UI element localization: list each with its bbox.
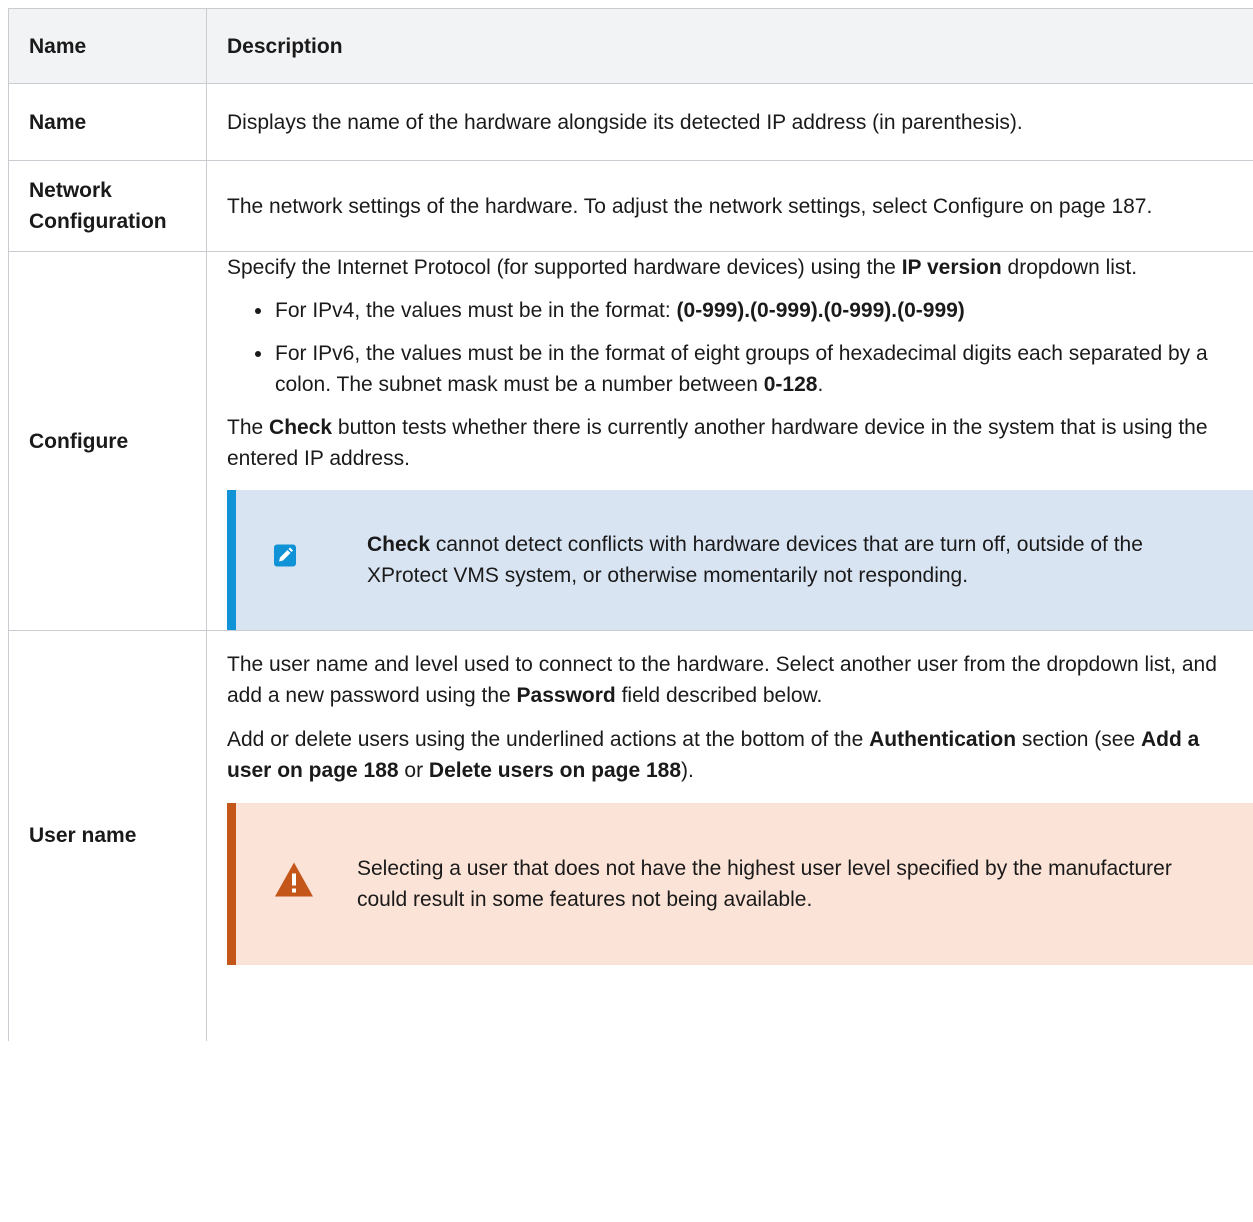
text-run: . (817, 373, 824, 396)
header-name: Name (8, 8, 207, 84)
list-item: For IPv4, the values must be in the form… (255, 295, 1246, 326)
username-paragraph-1: The user name and level used to connect … (227, 649, 1246, 711)
row-desc-name: Displays the name of the hardware alongs… (206, 83, 1253, 161)
table-row: User name The user name and level used t… (8, 630, 1253, 1041)
table-header-row: Name Description (8, 8, 1253, 84)
ui-term: IP version (901, 256, 1002, 279)
header-description: Description (206, 8, 1253, 84)
format-value: (0-999).(0-999).(0-999).(0-999) (676, 299, 965, 322)
row-desc-configure: Specify the Internet Protocol (for suppo… (206, 251, 1253, 631)
row-label-name: Name (8, 83, 207, 161)
table-row: Name Displays the name of the hardware a… (8, 83, 1253, 161)
text-run: Specify the Internet Protocol (for suppo… (227, 256, 902, 279)
table-row: Configure Specify the Internet Protocol … (8, 251, 1253, 631)
text-run: section (see (1016, 728, 1141, 751)
username-paragraph-2: Add or delete users using the underlined… (227, 724, 1246, 786)
check-paragraph: The Check button tests whether there is … (227, 412, 1246, 474)
table-row: Network Configuration The network settin… (8, 160, 1253, 252)
row-desc-username: The user name and level used to connect … (206, 630, 1253, 1041)
parameter-table: Name Description Name Displays the name … (8, 8, 1253, 1041)
ui-term: Check (269, 416, 333, 439)
ui-term: Authentication (869, 728, 1017, 751)
text-run: For IPv6, the values must be in the form… (275, 342, 1208, 396)
list-item: For IPv6, the values must be in the form… (255, 338, 1246, 400)
row-label-username: User name (8, 630, 207, 1041)
bullet-list: For IPv4, the values must be in the form… (227, 295, 1246, 400)
text-run: For IPv4, the values must be in the form… (275, 299, 677, 322)
row-label-configure: Configure (8, 251, 207, 631)
ui-term: Password (516, 684, 616, 707)
note-callout: Check cannot detect conflicts with hardw… (227, 490, 1253, 630)
pencil-icon (274, 544, 296, 576)
warning-callout: Selecting a user that does not have the … (227, 803, 1253, 965)
note-text: Check cannot detect conflicts with hardw… (367, 529, 1202, 591)
range-value: 0-128 (763, 373, 818, 396)
text-run: The (227, 416, 270, 439)
cross-reference: Delete users on page 188 (428, 759, 682, 782)
text-run: ). (681, 759, 694, 782)
text-run: or (398, 759, 429, 782)
ui-term: Check (367, 533, 431, 556)
text-run: field described below. (615, 684, 823, 707)
row-label-network: Network Configuration (8, 160, 207, 252)
warning-triangle-icon (274, 862, 314, 907)
label-line-2: Configuration (29, 210, 167, 233)
text-run: dropdown list. (1001, 256, 1138, 279)
warning-text: Selecting a user that does not have the … (357, 857, 1172, 911)
row-desc-network: The network settings of the hardware. To… (206, 160, 1253, 252)
text-run: Add or delete users using the underlined… (227, 728, 870, 751)
configure-intro: Specify the Internet Protocol (for suppo… (227, 252, 1246, 283)
text-run: cannot detect conflicts with hardware de… (367, 533, 1143, 587)
label-line-1: Network (29, 179, 112, 202)
text-run: button tests whether there is currently … (227, 416, 1208, 470)
